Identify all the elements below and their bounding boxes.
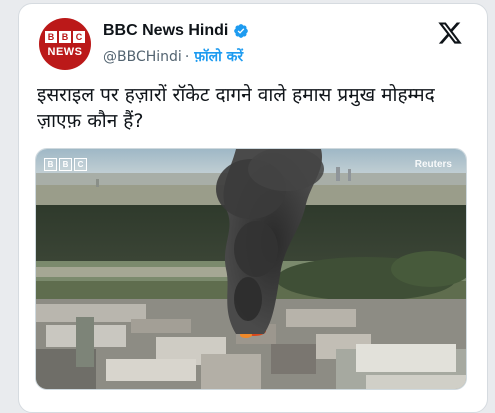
avatar-logo-letter: C: [73, 30, 85, 43]
avatar-logo-letter: B: [45, 30, 57, 43]
avatar-logo-letter: B: [59, 30, 71, 43]
follow-button[interactable]: फ़ॉलो करें: [194, 47, 243, 66]
x-logo-icon[interactable]: [437, 20, 463, 46]
media-credit: Reuters: [414, 159, 452, 170]
handle-row: @BBCHindi · फ़ॉलो करें: [103, 47, 243, 66]
avatar[interactable]: B B C NEWS: [39, 18, 91, 70]
separator: ·: [184, 48, 190, 65]
verified-badge-icon: [234, 24, 249, 38]
watermark-letter: B: [59, 158, 72, 171]
media-bbc-watermark: B B C: [44, 158, 87, 171]
display-name[interactable]: BBC News Hindi: [103, 22, 228, 40]
handle[interactable]: @BBCHindi: [103, 49, 182, 65]
watermark-letter: C: [74, 158, 87, 171]
tweet-card[interactable]: B B C NEWS BBC News Hindi @BBCHindi · फ़…: [18, 3, 488, 413]
avatar-news-text: NEWS: [47, 45, 83, 58]
tweet-text: इसराइल पर हज़ारों रॉकेट दागने वाले हमास …: [37, 84, 435, 132]
avatar-bbc-logo: B B C: [45, 30, 85, 43]
author-name-row: BBC News Hindi: [103, 22, 249, 40]
media-photo: [36, 149, 466, 389]
tweet-media-image[interactable]: B B C Reuters: [35, 148, 467, 390]
watermark-letter: B: [44, 158, 57, 171]
